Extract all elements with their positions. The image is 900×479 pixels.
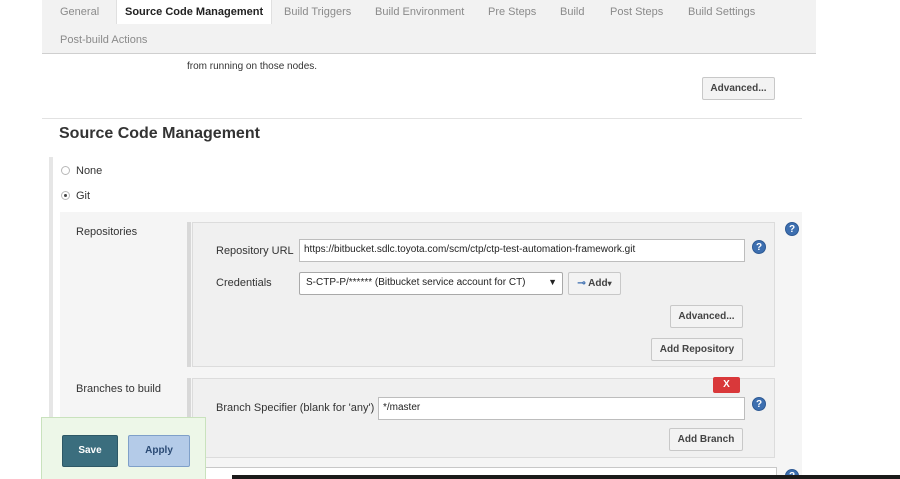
credentials-label: Credentials: [216, 277, 272, 289]
radio-git[interactable]: [61, 191, 70, 200]
apply-button[interactable]: Apply: [128, 435, 190, 467]
tab-post-steps[interactable]: Post Steps: [610, 6, 663, 18]
radio-none[interactable]: [61, 166, 70, 175]
tab-general[interactable]: General: [60, 6, 99, 18]
key-icon: ⊸: [577, 278, 586, 289]
add-branch-button[interactable]: Add Branch: [669, 428, 743, 451]
repository-url-input[interactable]: https://bitbucket.sdlc.toyota.com/scm/ct…: [299, 239, 745, 262]
scm-option-git[interactable]: Git: [61, 190, 90, 202]
tab-build-triggers[interactable]: Build Triggers: [284, 6, 351, 18]
tab-pre-steps[interactable]: Pre Steps: [488, 6, 536, 18]
previous-advanced-button[interactable]: Advanced...: [702, 77, 775, 100]
add-credentials-label: Add: [588, 278, 608, 289]
window-bottom-edge: [232, 475, 900, 479]
section-divider: [42, 118, 802, 119]
repositories-label: Repositories: [76, 226, 138, 238]
scm-option-git-label: Git: [76, 190, 91, 202]
tab-post-build-actions[interactable]: Post-build Actions: [60, 34, 147, 46]
tab-build-environment[interactable]: Build Environment: [375, 6, 464, 18]
help-icon[interactable]: ?: [752, 397, 766, 411]
delete-branch-button[interactable]: X: [713, 377, 740, 393]
credentials-select-value: S-CTP-P/****** (Bitbucket service accoun…: [306, 277, 526, 288]
caret-down-icon: ▼: [548, 277, 557, 287]
repository-advanced-button[interactable]: Advanced...: [670, 305, 743, 328]
tab-source-code-management[interactable]: Source Code Management: [116, 0, 273, 24]
tab-build-settings[interactable]: Build Settings: [688, 6, 755, 18]
section-title: Source Code Management: [59, 125, 260, 142]
branch-specifier-label: Branch Specifier (blank for 'any'): [216, 402, 375, 414]
config-tab-bar: General Source Code Management Build Tri…: [42, 0, 816, 54]
add-repository-button[interactable]: Add Repository: [651, 338, 743, 361]
repository-url-label: Repository URL: [216, 245, 294, 257]
tab-build[interactable]: Build: [560, 6, 584, 18]
scm-option-none-label: None: [76, 165, 103, 177]
help-icon[interactable]: ?: [752, 240, 766, 254]
help-icon[interactable]: ?: [785, 222, 799, 236]
branch-specifier-input[interactable]: */master: [378, 397, 745, 420]
jenkins-job-config-page: General Source Code Management Build Tri…: [0, 0, 900, 479]
scm-option-none[interactable]: None: [61, 165, 102, 177]
previous-section-text: from running on those nodes.: [187, 61, 318, 72]
add-credentials-button[interactable]: ⊸ Add▾: [568, 272, 621, 295]
caret-down-icon: ▾: [607, 279, 612, 288]
save-button[interactable]: Save: [62, 435, 118, 467]
repositories-bar: [187, 222, 191, 367]
branches-label: Branches to build: [76, 383, 161, 395]
credentials-select[interactable]: S-CTP-P/****** (Bitbucket service accoun…: [299, 272, 563, 295]
